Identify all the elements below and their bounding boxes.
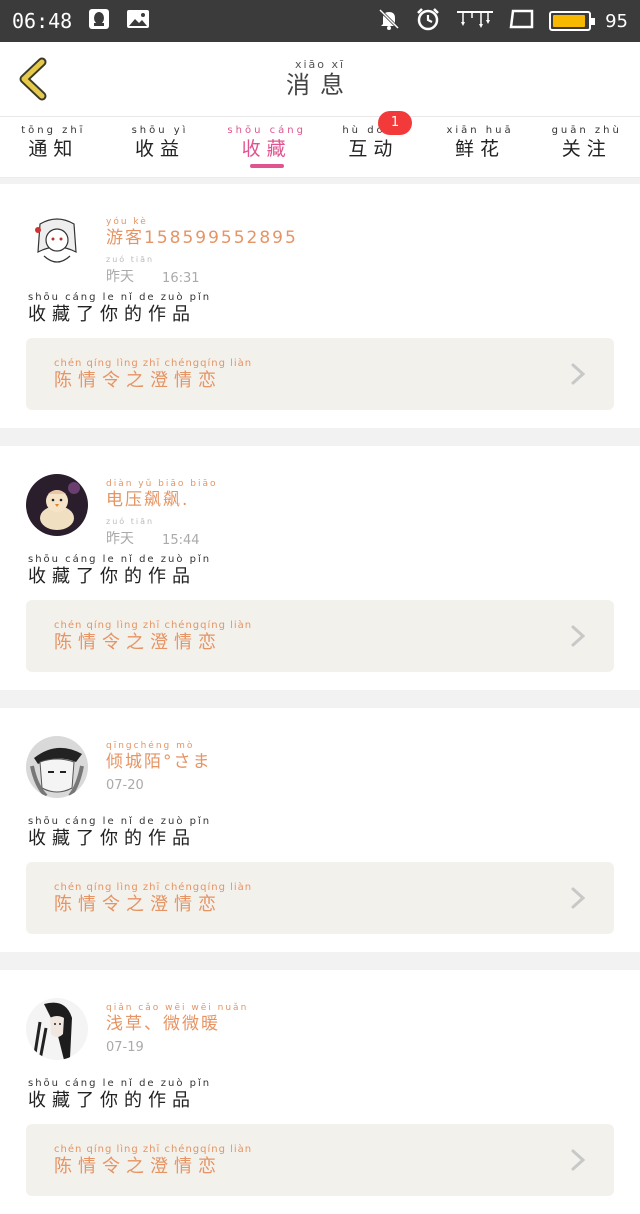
user-name-pinyin: yóu kè	[106, 217, 148, 227]
list-item: qīngchéng mò 倾城陌°さま 07-20 shōu cáng le n…	[0, 708, 640, 952]
chevron-right-icon	[571, 625, 586, 647]
page-title-text: 消息	[286, 71, 354, 99]
list-item: diàn yǔ biāo biāo 电压飙飙. zuó tiān 昨天 15:44…	[0, 446, 640, 690]
work-title-pinyin: chén qíng lìng zhī chéngqíng liàn	[54, 620, 253, 631]
unread-badge: 1	[378, 111, 413, 135]
timestamp-day: 昨天	[106, 269, 134, 285]
tab-notice[interactable]: tōng zhī 通知	[0, 117, 107, 177]
timestamp-day-pinyin: zuó tiān	[106, 255, 155, 264]
tab-interaction[interactable]: hù dòng 互动 1	[320, 111, 427, 177]
tab-pinyin: tōng zhī	[21, 125, 86, 136]
timestamp-time: 07-19	[106, 1040, 144, 1055]
user-name-text: 游客158599552895	[106, 228, 298, 248]
user-name-pinyin: qiǎn cǎo wēi wēi nuǎn	[106, 1003, 249, 1013]
tab-pinyin: xiān huā	[446, 125, 514, 136]
timestamp-day-pinyin: zuó tiān	[106, 517, 155, 526]
header: xiāo xī 消息	[0, 42, 640, 116]
work-title: 陈情令之澄情恋	[54, 1156, 222, 1177]
active-tab-indicator	[249, 164, 284, 168]
action-label: 收藏了你的作品	[28, 1090, 196, 1111]
timestamp-time: 07-20	[106, 778, 144, 793]
user-name[interactable]: qiǎn cǎo wēi wēi nuǎn 浅草、微微暖	[106, 1002, 248, 1034]
tab-label: 鲜花	[455, 138, 506, 160]
tab-label: 收益	[135, 138, 186, 160]
tab-label: 关注	[561, 138, 612, 160]
timestamp: zuó tiān 昨天 15:44	[106, 516, 200, 548]
action-pinyin: shōu cáng le nǐ de zuò pǐn	[28, 554, 212, 565]
work-link[interactable]: chén qíng lìng zhī chéngqíng liàn 陈情令之澄情…	[26, 862, 614, 934]
action-text: shōu cáng le nǐ de zuò pǐn 收藏了你的作品	[28, 292, 211, 326]
timestamp-time: 15:44	[162, 533, 200, 548]
tab-earnings[interactable]: shōu yì 收益	[107, 117, 214, 177]
battery-icon	[549, 11, 596, 31]
message-list: yóu kè 游客158599552895 zuó tiān 昨天 16:31 s…	[0, 178, 640, 1214]
battery-percent: 95	[605, 10, 628, 32]
page-title-pinyin: xiāo xī	[294, 58, 346, 71]
work-title-pinyin: chén qíng lìng zhī chéngqíng liàn	[54, 882, 253, 893]
action-pinyin: shōu cáng le nǐ de zuò pǐn	[28, 1078, 212, 1089]
action-label: 收藏了你的作品	[28, 304, 196, 325]
tab-label: 互动	[348, 138, 399, 160]
mute-icon	[377, 7, 401, 35]
avatar[interactable]	[26, 736, 88, 798]
user-name-text: 倾城陌°さま	[106, 752, 212, 772]
action-label: 收藏了你的作品	[28, 828, 196, 849]
timestamp-day: 昨天	[106, 531, 134, 547]
list-item: yóu kè 游客158599552895 zuó tiān 昨天 16:31 s…	[0, 184, 640, 428]
battery-level	[553, 15, 586, 27]
tab-following[interactable]: guān zhù 关注	[533, 117, 640, 177]
chevron-right-icon	[571, 887, 586, 909]
work-link[interactable]: chén qíng lìng zhī chéngqíng liàn 陈情令之澄情…	[26, 600, 614, 672]
alarm-icon	[415, 6, 441, 36]
work-title-pinyin: chén qíng lìng zhī chéngqíng liàn	[54, 358, 253, 369]
page-title: xiāo xī 消息	[286, 58, 354, 100]
timestamp-time: 16:31	[162, 271, 200, 286]
status-bar: 06:48 95	[0, 0, 640, 42]
avatar[interactable]	[26, 474, 88, 536]
action-text: shōu cáng le nǐ de zuò pǐn 收藏了你的作品	[28, 1078, 211, 1112]
user-name[interactable]: qīngchéng mò 倾城陌°さま	[106, 740, 212, 772]
timestamp: 07-20	[106, 778, 144, 793]
work-link[interactable]: chén qíng lìng zhī chéngqíng liàn 陈情令之澄情…	[26, 338, 614, 410]
qq-icon	[88, 8, 110, 34]
chevron-right-icon	[571, 1149, 586, 1171]
timestamp: 07-19	[106, 1040, 144, 1055]
tab-favorites[interactable]: shōu cáng 收藏	[213, 117, 320, 177]
tab-pinyin: shōu cáng	[227, 125, 306, 136]
tab-label: 通知	[28, 138, 79, 160]
work-title: 陈情令之澄情恋	[54, 894, 222, 915]
avatar[interactable]	[26, 998, 88, 1060]
back-button[interactable]	[14, 54, 54, 104]
action-text: shōu cáng le nǐ de zuò pǐn 收藏了你的作品	[28, 554, 211, 588]
image-icon	[126, 8, 150, 34]
user-name[interactable]: diàn yǔ biāo biāo 电压飙飙.	[106, 478, 218, 510]
tab-flowers[interactable]: xiān huā 鲜花	[427, 117, 534, 177]
action-pinyin: shōu cáng le nǐ de zuò pǐn	[28, 292, 212, 303]
user-name[interactable]: yóu kè 游客158599552895	[106, 216, 298, 248]
action-pinyin: shōu cáng le nǐ de zuò pǐn	[28, 816, 212, 827]
work-title: 陈情令之澄情恋	[54, 370, 222, 391]
work-link[interactable]: chén qíng lìng zhī chéngqíng liàn 陈情令之澄情…	[26, 1124, 614, 1196]
user-name-text: 电压飙飙.	[106, 490, 190, 510]
work-title-pinyin: chén qíng lìng zhī chéngqíng liàn	[54, 1144, 253, 1155]
user-name-pinyin: diàn yǔ biāo biāo	[106, 479, 218, 489]
action-text: shōu cáng le nǐ de zuò pǐn 收藏了你的作品	[28, 816, 211, 850]
timestamp: zuó tiān 昨天 16:31	[106, 254, 200, 286]
work-title: 陈情令之澄情恋	[54, 632, 222, 653]
list-item: qiǎn cǎo wēi wēi nuǎn 浅草、微微暖 07-19 shōu …	[0, 970, 640, 1214]
screen-icon	[509, 8, 535, 34]
action-label: 收藏了你的作品	[28, 566, 196, 587]
user-name-text: 浅草、微微暖	[106, 1014, 220, 1034]
tab-bar: tōng zhī 通知 shōu yì 收益 shōu cáng 收藏 hù d…	[0, 111, 640, 178]
chevron-left-icon	[19, 57, 47, 101]
status-time: 06:48	[12, 9, 73, 33]
chevron-right-icon	[571, 363, 586, 385]
tab-pinyin: shōu yì	[131, 125, 189, 136]
tab-label: 收藏	[241, 138, 292, 160]
user-name-pinyin: qīngchéng mò	[106, 741, 195, 751]
avatar[interactable]	[26, 212, 88, 274]
signal-icon	[455, 8, 495, 34]
tab-pinyin: guān zhù	[551, 125, 622, 136]
